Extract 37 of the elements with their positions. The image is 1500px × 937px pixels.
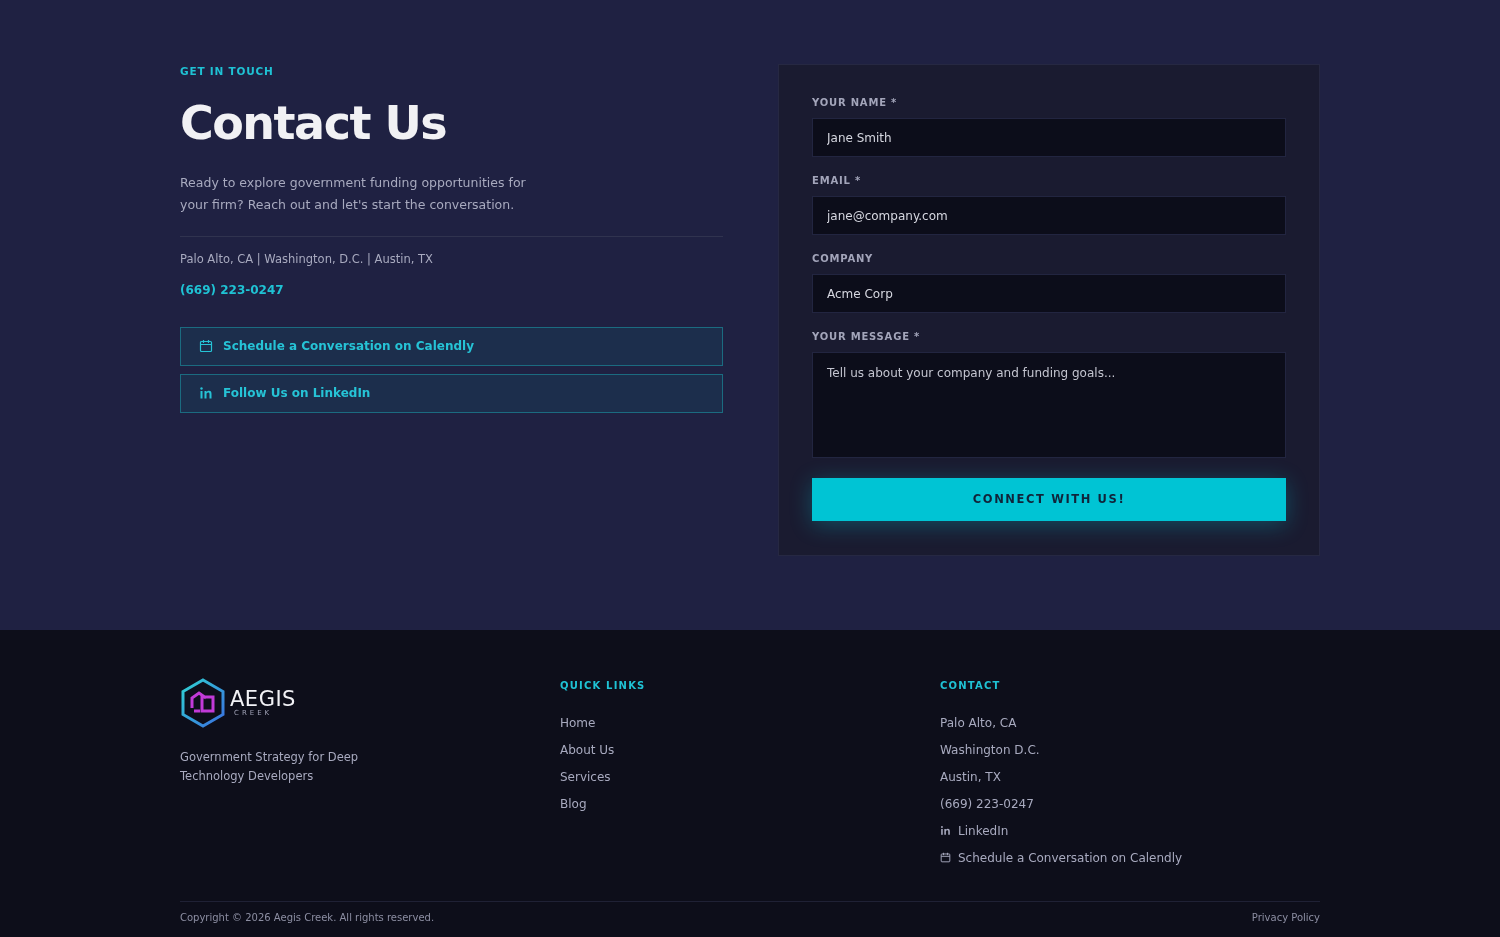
calendly-button[interactable]: Schedule a Conversation on Calendly [180,326,723,366]
field-label: COMPANY [812,252,875,266]
text-field[interactable]: Jane Smith [812,118,1286,157]
linkedin-link[interactable]: LinkedIn [958,821,1009,840]
page-title: Contact Us [180,97,448,149]
eyebrow-text: GET IN TOUCH [180,64,275,79]
calendar-icon [199,339,213,354]
field-label: YOUR MESSAGE * [812,330,922,344]
intro-paragraph: Ready to explore government funding opportunities for your firm? Reach out and let's start the conversation. [180,174,527,215]
footer-link[interactable]: Home [560,709,940,736]
calendly-link[interactable]: Schedule a Conversation on Calendly [958,848,1183,867]
calendar-icon [940,852,951,863]
phone-link[interactable]: (669) 223-0247 [180,280,723,299]
footer-link[interactable]: About Us [560,736,940,763]
section-heading: CONTACT [940,679,1002,693]
logo-icon [180,678,226,728]
copyright-text: Copyright © 2026 Aegis Creek. All rights reserved. [180,911,435,925]
field-label: EMAIL * [812,174,862,188]
contact-text: (669) 223-0247 [940,795,1035,813]
tagline-text: Government Strategy for Deep Technology Developers [180,749,360,785]
section-heading: QUICK LINKS [560,679,647,693]
field-label: YOUR NAME * [812,96,899,110]
message-field[interactable]: Tell us about your company and funding goals... [812,352,1286,458]
logo-wordmark: AEGIS [230,689,296,710]
footer-link[interactable]: Blog [560,790,940,817]
contact-text: Austin, TX [940,768,1002,786]
submit-button[interactable]: CONNECT WITH US! [812,478,1286,521]
footer-link[interactable]: Services [560,763,940,790]
locations-text: Palo Alto, CA | Washington, D.C. | Austin, TX [180,251,434,269]
text-field[interactable]: jane@company.com [812,196,1286,235]
linkedin-icon [940,825,951,836]
privacy-link[interactable]: Privacy Policy [1251,910,1320,925]
contact-text: Palo Alto, CA [940,714,1018,732]
linkedin-icon [199,386,213,401]
linkedin-button[interactable]: Follow Us on LinkedIn [180,373,723,413]
text-field[interactable]: Acme Corp [812,274,1286,313]
contact-text: Washington D.C. [940,741,1041,759]
